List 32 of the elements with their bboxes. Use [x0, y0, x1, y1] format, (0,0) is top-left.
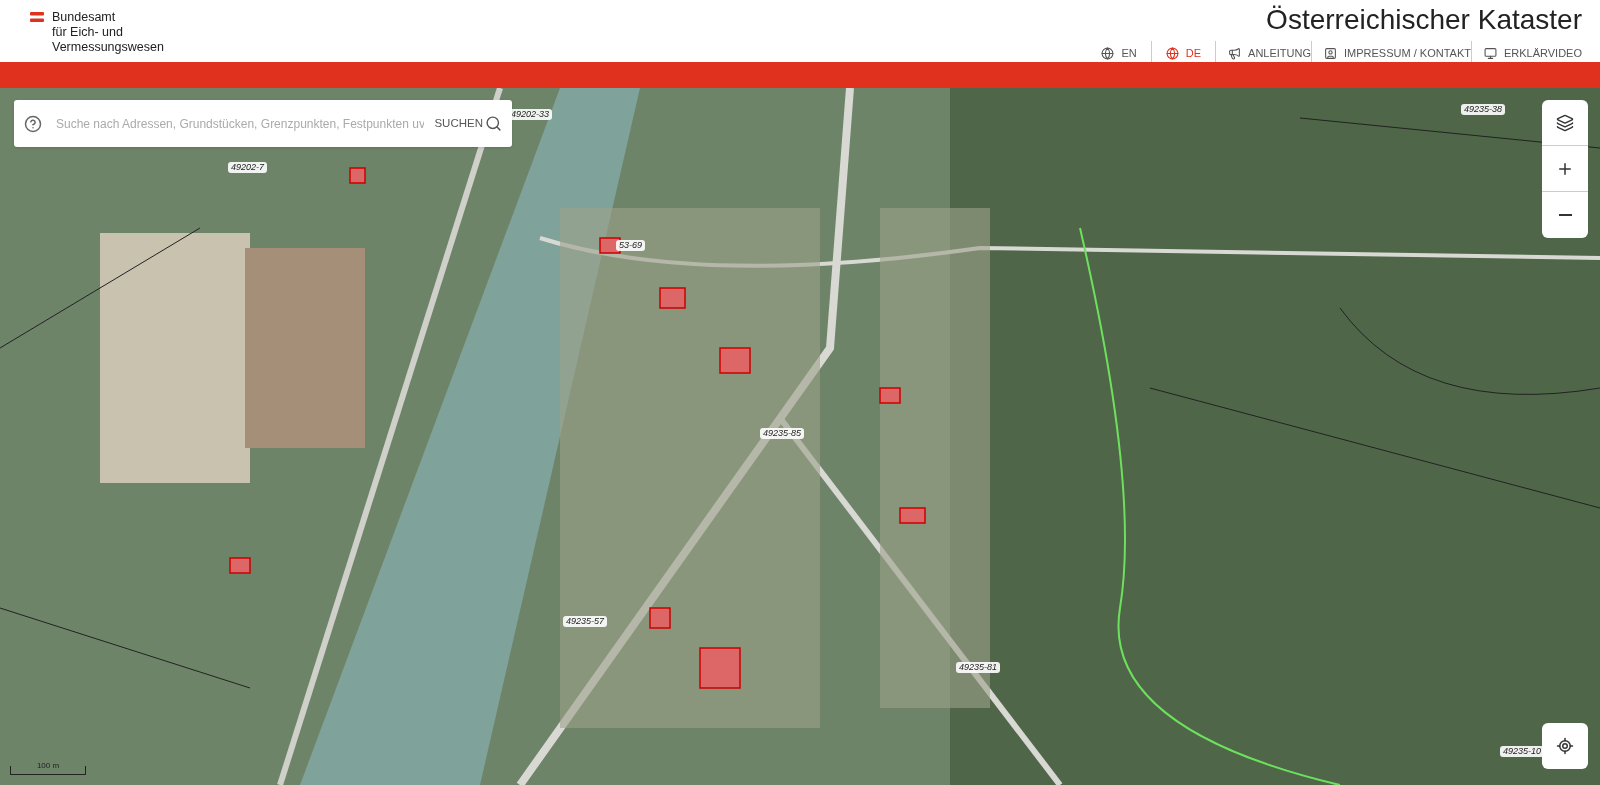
map-label: 49235-38 [1461, 104, 1506, 115]
map-label: 49235-85 [760, 428, 805, 439]
map-label: 53-69 [616, 240, 646, 251]
globe-icon [1165, 46, 1179, 60]
organization-name: Bundesamt [52, 10, 117, 25]
minus-icon [1558, 214, 1572, 216]
search-icon [485, 115, 502, 132]
map-label: 49235-57 [563, 616, 608, 627]
map-label: 49235-81 [956, 662, 1001, 673]
video-icon [1483, 46, 1497, 60]
search-input[interactable]: Suche nach Adressen, Grundstücken, Grenzpunkten, Festpunkten uv [56, 114, 425, 133]
search-field[interactable]: Suche nach Adressen, Grundstücken, Grenzpunkten, Festpunkten uv SUCHEN [14, 100, 512, 147]
organization-name: für Eich- und [52, 25, 124, 40]
language-button[interactable]: EN [1087, 41, 1151, 65]
map-label: 49202-7 [228, 162, 268, 173]
megaphone-icon [1228, 46, 1242, 60]
organization-name: Vermessungswesen [52, 40, 164, 55]
contact-icon [1324, 46, 1337, 60]
layers-icon [1556, 113, 1574, 132]
site-title: Österreichischer Kataster [1266, 3, 1582, 37]
map-label: 49235-10 [1500, 746, 1545, 757]
header-link[interactable]: IMPRESSUM / KONTAKT [1312, 41, 1471, 65]
header-link[interactable]: ANLEITUNG [1216, 41, 1311, 65]
help-icon[interactable] [24, 114, 42, 133]
header-link[interactable]: ERKLÄRVIDEO [1471, 41, 1582, 65]
locate-button[interactable] [1542, 723, 1588, 769]
scale-label: 100 m [36, 762, 60, 772]
search-button[interactable]: SUCHEN [434, 114, 502, 133]
flag-logo-icon [30, 12, 44, 22]
language-button[interactable]: DE [1151, 41, 1216, 65]
globe-icon [1101, 46, 1115, 60]
crosshair-icon [1556, 737, 1574, 755]
